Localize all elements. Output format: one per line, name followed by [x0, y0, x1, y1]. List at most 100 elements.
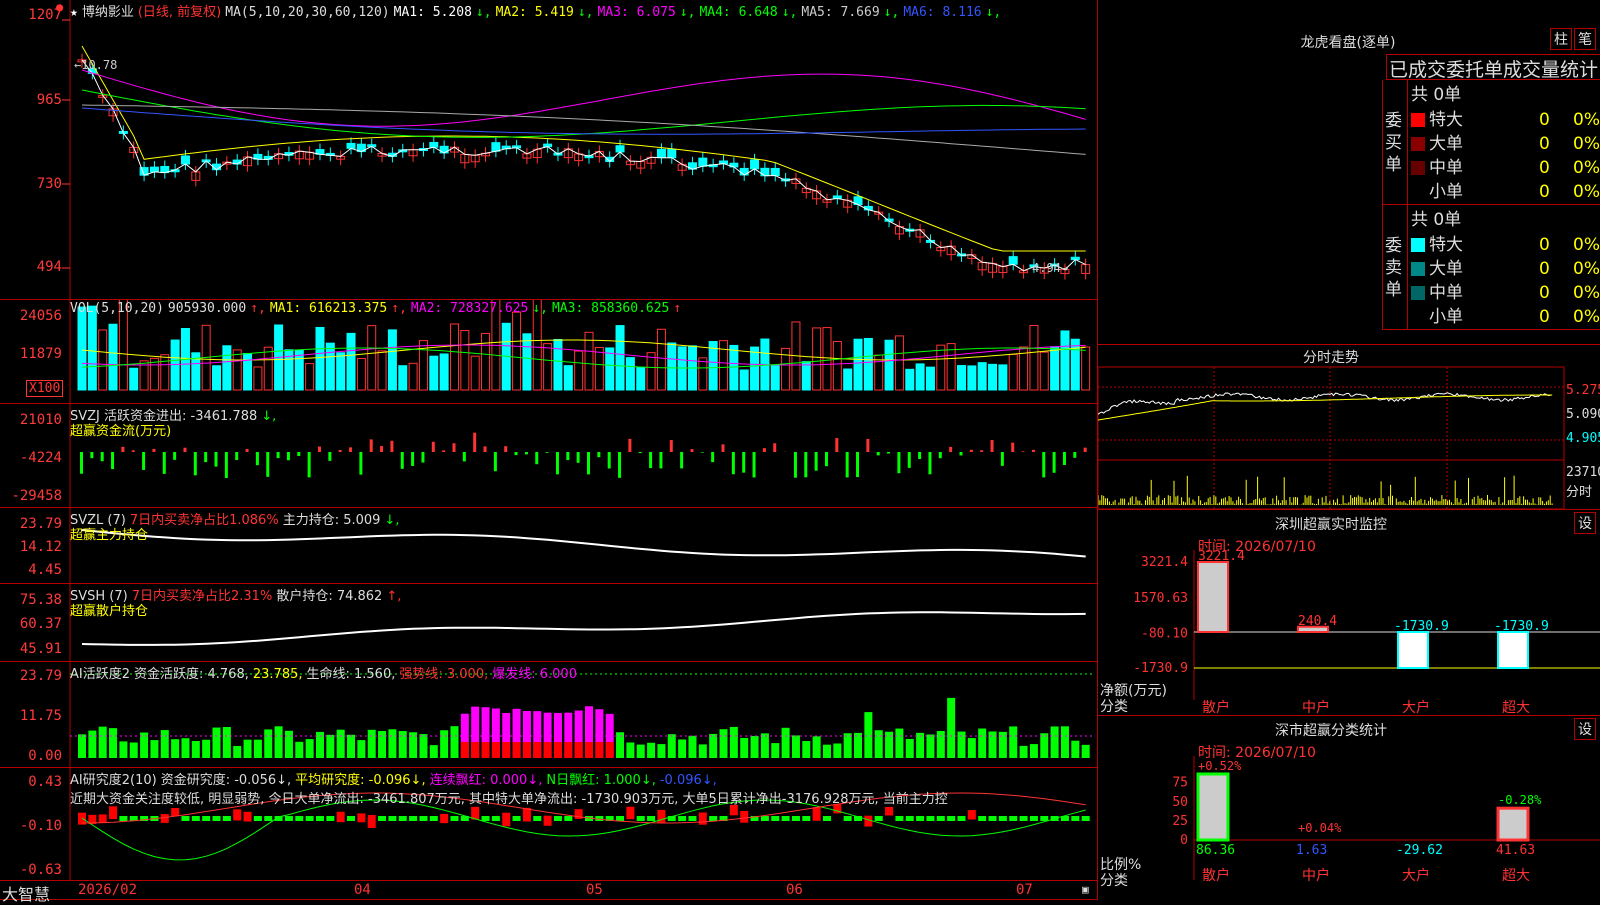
research-bar	[895, 816, 903, 821]
intraday-vol-unit: 分时	[1566, 481, 1592, 500]
research-bar	[533, 816, 541, 821]
activity-bar-red	[502, 742, 510, 758]
flow-bar	[370, 439, 373, 452]
activity-bar-red	[575, 742, 583, 758]
svzl-panel[interactable]: SVZL (7)7日内买卖净占比1.086%主力持仓: 5.009↓, 超赢主力…	[0, 508, 1098, 584]
intraday-tick-1: 5.090	[1566, 407, 1600, 422]
volume-bar	[1061, 331, 1069, 390]
activity-bar	[223, 727, 231, 758]
research-bar	[1071, 816, 1079, 821]
activity-bar	[378, 731, 386, 758]
volume-bar	[844, 369, 852, 390]
research-bar	[823, 816, 831, 821]
buy-pct-2: 0%	[1573, 158, 1600, 178]
buy-swatch-2	[1411, 161, 1425, 175]
flow-bar	[825, 452, 828, 466]
flow-bar	[1022, 451, 1025, 452]
research-bar	[626, 807, 634, 819]
flow-bar	[111, 452, 114, 469]
activity-bar	[388, 729, 396, 758]
activity-bar	[78, 734, 86, 758]
activity-bar	[906, 739, 914, 758]
activity-bar	[171, 739, 179, 758]
research-bar	[544, 816, 552, 826]
vol-panel[interactable]: VOL(5,10,20)905930.000↑,MA1: 616213.375↑…	[0, 300, 1098, 404]
flow-bar	[928, 452, 931, 474]
research-bar	[1030, 816, 1038, 821]
longhu-section[interactable]: 龙虎看盘(逐单) 柱 笔 已成交委托单成交量统计 委买单 共 0单 特大00%大…	[1098, 0, 1600, 345]
price-panel[interactable]: ★博纳影业(日线, 前复权)MA(5,10,20,30,60,120)MA1: …	[0, 0, 1098, 300]
svsh-line	[82, 612, 1086, 645]
sz-monitor-section[interactable]: 深圳超赢实时监控 设 时间: 2026/07/10 3221.41570.63-…	[1098, 510, 1600, 716]
sell-count-2: 0	[1539, 283, 1573, 303]
activity-bar	[626, 742, 634, 758]
research-bar	[244, 812, 252, 822]
ai-research-panel[interactable]: AI研究度2(10)资金研究度: -0.056↓,平均研究度: -0.096↓,…	[0, 768, 1098, 880]
candle	[740, 168, 748, 175]
research-bar	[678, 816, 686, 821]
activity-bar-red	[606, 742, 614, 758]
flow-bar	[308, 452, 311, 477]
flow-bar	[949, 447, 952, 452]
flow-bar	[442, 450, 445, 452]
research-line	[82, 800, 1086, 860]
flow-bar	[597, 452, 600, 457]
volume-bar	[378, 351, 386, 390]
activity-bar-red	[544, 742, 552, 758]
activity-bar	[244, 740, 252, 758]
flow-bar	[608, 452, 611, 468]
sell-pct-1: 0%	[1573, 259, 1600, 279]
szcls-value-label-1: 1.63	[1296, 843, 1327, 858]
volume-bar	[813, 328, 821, 390]
ai-active-item-1: 23.785,	[253, 667, 303, 682]
sz-class-section[interactable]: 深市超赢分类统计 设 时间: 2026/07/10 7550250+0.52%8…	[1098, 716, 1600, 900]
buy-count-0: 0	[1539, 110, 1573, 130]
svzj-panel[interactable]: SVZJ 活跃资金进出: -3461.788↓, 超赢资金流(万元) 21010…	[0, 404, 1098, 508]
bar-view-button[interactable]: 柱	[1550, 28, 1572, 50]
research-bar	[864, 816, 872, 827]
brand-label[interactable]: 大智慧	[2, 881, 50, 905]
lock-icon[interactable]: ▣	[1082, 883, 1089, 896]
volume-bar	[595, 348, 603, 390]
activity-bar	[1009, 726, 1017, 758]
flow-bar	[566, 452, 569, 460]
aiact-tick-0: 23.79	[0, 668, 62, 684]
research-bar	[233, 809, 241, 820]
ai-research-legend: AI研究度2(10)资金研究度: -0.056↓,平均研究度: -0.096↓,…	[70, 769, 725, 788]
pen-view-button[interactable]: 笔	[1574, 28, 1596, 50]
stock-name[interactable]: 博纳影业	[82, 5, 134, 20]
sell-name-3: 小单	[1429, 302, 1539, 327]
intraday-section[interactable]: 分时走势 5.275 5.090 4.905 23710 分时	[1098, 345, 1600, 510]
volume-bar	[740, 370, 748, 390]
activity-bar	[202, 740, 210, 758]
aiact-tick-1: 11.75	[0, 708, 62, 724]
research-bar	[616, 816, 624, 821]
volume-bar	[523, 334, 531, 390]
ai-active-panel[interactable]: AI活跃度2资金活跃度: 4.768,23.785,生命线: 1.560,强势线…	[0, 662, 1098, 768]
research-bar	[906, 816, 914, 821]
volume-bar	[109, 324, 117, 390]
szcls-cat-1: 中户	[1302, 867, 1330, 884]
volume-bar	[368, 326, 376, 390]
flow-bar	[235, 452, 238, 460]
activity-bar	[751, 736, 759, 758]
svzl-subtitle: 超赢主力持仓	[70, 524, 148, 543]
buy-pct-0: 0%	[1573, 110, 1600, 130]
activity-bar	[637, 745, 645, 758]
svsh-panel[interactable]: SVSH (7)7日内买卖净占比2.31%散户持仓: 74.862↑, 超赢散户…	[0, 584, 1098, 662]
flow-bar	[277, 452, 280, 458]
sell-pct-0: 0%	[1573, 235, 1600, 255]
x-label-4: 07	[1016, 882, 1033, 898]
activity-bar	[688, 736, 696, 758]
flow-bar	[970, 450, 973, 452]
activity-bar	[833, 744, 841, 758]
research-bar	[740, 811, 748, 823]
ai-research-comment: 近期大资金关注度较低, 明显弱势, 今日大单净流出: -3461.807万元, …	[70, 788, 1096, 807]
volume-bar	[926, 367, 934, 390]
activity-bar	[150, 740, 158, 758]
flow-bar	[1063, 452, 1066, 465]
intraday-tick-2: 4.905	[1566, 431, 1600, 446]
research-bar	[378, 816, 386, 821]
research-bar	[1040, 816, 1048, 821]
szmon-bar-2	[1398, 632, 1428, 668]
